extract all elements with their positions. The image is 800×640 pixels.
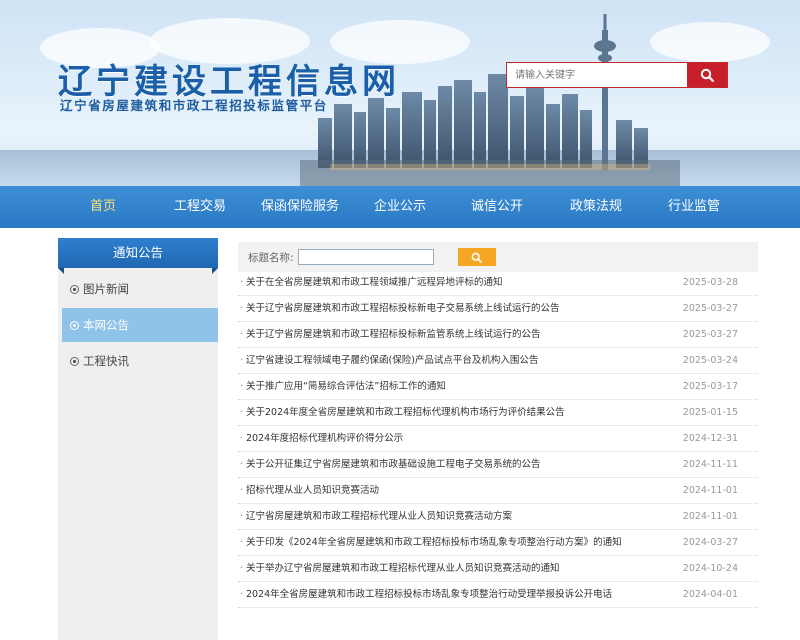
- list-item[interactable]: · 关于辽宁省房屋建筑和市政工程招标投标新监管系统上线试运行的公告 2025-03-…: [238, 322, 758, 348]
- list-item-date: 2025-03-17: [682, 381, 738, 392]
- list-item[interactable]: · 关于公开征集辽宁省房屋建筑和市政基础设施工程电子交易系统的公告 2024-11-…: [238, 452, 758, 478]
- bullet-icon: ·: [240, 589, 244, 600]
- filter-label: 标题名称:: [248, 251, 294, 264]
- list-item-date: 2024-11-01: [682, 485, 738, 496]
- search-icon: [471, 252, 482, 263]
- sidebar-item-picture-news[interactable]: 图片新闻: [62, 272, 218, 306]
- bullet-icon: ·: [240, 277, 244, 288]
- bullet-icon: ·: [240, 329, 244, 340]
- list-item-title[interactable]: 辽宁省建设工程领域电子履约保函(保险)产品试点平台及机构入围公告: [246, 348, 666, 374]
- list-item-title[interactable]: 关于辽宁省房屋建筑和市政工程招标投标新电子交易系统上线试运行的公告: [246, 296, 666, 322]
- header-banner: 辽宁建设工程信息网 辽宁省房屋建筑和市政工程招投标监管平台: [0, 0, 800, 186]
- list-item[interactable]: · 辽宁省建设工程领域电子履约保函(保险)产品试点平台及机构入围公告 2025-03…: [238, 348, 758, 374]
- bullet-icon: ·: [240, 433, 244, 444]
- list-item[interactable]: · 关于2024年度全省房屋建筑和市政工程招标代理机构市场行为评价结果公告 2025…: [238, 400, 758, 426]
- list-item-date: 2024-04-01: [682, 589, 738, 600]
- bullet-icon: ·: [240, 537, 244, 548]
- list-item-title[interactable]: 2024年度招标代理机构评价得分公示: [246, 426, 666, 452]
- circle-bullet-icon: [70, 285, 79, 294]
- list-item-date: 2025-03-24: [682, 355, 738, 366]
- bullet-icon: ·: [240, 355, 244, 366]
- list-item-title[interactable]: 关于举办辽宁省房屋建筑和市政工程招标代理从业人员知识竞赛活动的通知: [246, 556, 666, 582]
- list-item[interactable]: · 辽宁省房屋建筑和市政工程招标代理从业人员知识竞赛活动方案 2024-11-01: [238, 504, 758, 530]
- nav-item-home[interactable]: 首页: [90, 186, 116, 228]
- list-item-date: 2025-03-27: [682, 329, 738, 340]
- sidebar-item-label: 图片新闻: [83, 282, 129, 296]
- bullet-icon: ·: [240, 303, 244, 314]
- list-item[interactable]: · 招标代理从业人员知识竞赛活动 2024-11-01: [238, 478, 758, 504]
- sidebar-header: 通知公告: [58, 238, 218, 274]
- nav-item-enterprise-disclosure[interactable]: 企业公示: [374, 186, 426, 228]
- site-subtitle: 辽宁省房屋建筑和市政工程招投标监管平台: [60, 98, 328, 113]
- list-item-date: 2025-03-27: [682, 303, 738, 314]
- bullet-icon: ·: [240, 407, 244, 418]
- filter-search-button[interactable]: [457, 248, 496, 266]
- search-input[interactable]: [507, 63, 687, 87]
- list-item-title[interactable]: 2024年全省房屋建筑和市政工程招标投标市场乱象专项整治行动受理举报投诉公开电话: [246, 582, 666, 608]
- bullet-icon: ·: [240, 563, 244, 574]
- list-item-title[interactable]: 招标代理从业人员知识竞赛活动: [246, 478, 666, 504]
- list-item-date: 2024-12-31: [682, 433, 738, 444]
- list-item-title[interactable]: 关于推广应用“简易综合评估法”招标工作的通知: [246, 374, 666, 400]
- sidebar-item-project-news[interactable]: 工程快讯: [62, 344, 218, 378]
- search-icon: [700, 68, 714, 82]
- list-item-title[interactable]: 辽宁省房屋建筑和市政工程招标代理从业人员知识竞赛活动方案: [246, 504, 666, 530]
- bullet-icon: ·: [240, 511, 244, 522]
- nav-item-guarantee-insurance[interactable]: 保函保险服务: [261, 186, 339, 228]
- search-button[interactable]: [687, 63, 727, 87]
- nav-item-credit-disclosure[interactable]: 诚信公开: [471, 186, 523, 228]
- list-item-title[interactable]: 关于印发《2024年全省房屋建筑和市政工程招标投标市场乱象专项整治行动方案》的通…: [246, 530, 666, 556]
- list-item-date: 2024-11-01: [682, 511, 738, 522]
- sidebar-item-label: 工程快讯: [83, 354, 129, 368]
- list-item[interactable]: · 2024年全省房屋建筑和市政工程招标投标市场乱象专项整治行动受理举报投诉公开电…: [238, 582, 758, 608]
- list-item[interactable]: · 关于举办辽宁省房屋建筑和市政工程招标代理从业人员知识竞赛活动的通知 2024-1…: [238, 556, 758, 582]
- list-item[interactable]: · 关于辽宁省房屋建筑和市政工程招标投标新电子交易系统上线试运行的公告 2025-0…: [238, 296, 758, 322]
- list-item-title[interactable]: 关于在全省房屋建筑和市政工程领域推广远程异地评标的通知: [246, 270, 666, 296]
- header-search: [506, 62, 728, 88]
- sidebar-item-site-announcements[interactable]: 本网公告: [62, 308, 218, 342]
- bullet-icon: ·: [240, 485, 244, 496]
- list-item-date: 2025-03-28: [682, 277, 738, 288]
- list-item[interactable]: · 关于推广应用“简易综合评估法”招标工作的通知 2025-03-17: [238, 374, 758, 400]
- bullet-icon: ·: [240, 459, 244, 470]
- list-item[interactable]: · 关于在全省房屋建筑和市政工程领域推广远程异地评标的通知 2025-03-28: [238, 270, 758, 296]
- sidebar-item-label: 本网公告: [83, 318, 129, 332]
- list-item-date: 2024-11-11: [682, 459, 738, 470]
- announcement-list: · 关于在全省房屋建筑和市政工程领域推广远程异地评标的通知 2025-03-28 · 关…: [238, 270, 758, 608]
- list-item[interactable]: · 2024年度招标代理机构评价得分公示 2024-12-31: [238, 426, 758, 452]
- circle-bullet-icon: [70, 321, 79, 330]
- sidebar: 通知公告 图片新闻 本网公告 工程快讯: [58, 238, 218, 640]
- list-item-title[interactable]: 关于公开征集辽宁省房屋建筑和市政基础设施工程电子交易系统的公告: [246, 452, 666, 478]
- nav-item-engineering-trade[interactable]: 工程交易: [174, 186, 226, 228]
- title-filter-bar: 标题名称:: [238, 242, 758, 272]
- list-item-date: 2024-10-24: [682, 563, 738, 574]
- title-filter-input[interactable]: [297, 249, 434, 265]
- list-item[interactable]: · 关于印发《2024年全省房屋建筑和市政工程招标投标市场乱象专项整治行动方案》的…: [238, 530, 758, 556]
- list-item-title[interactable]: 关于辽宁省房屋建筑和市政工程招标投标新监管系统上线试运行的公告: [246, 322, 666, 348]
- nav-item-industry-supervision[interactable]: 行业监管: [668, 186, 720, 228]
- bullet-icon: ·: [240, 381, 244, 392]
- main-nav: 首页 工程交易 保函保险服务 企业公示 诚信公开 政策法规 行业监管: [0, 186, 800, 228]
- list-item-title[interactable]: 关于2024年度全省房屋建筑和市政工程招标代理机构市场行为评价结果公告: [246, 400, 666, 426]
- list-item-date: 2024-03-27: [682, 537, 738, 548]
- circle-bullet-icon: [70, 357, 79, 366]
- nav-item-policy-regulations[interactable]: 政策法规: [570, 186, 622, 228]
- list-item-date: 2025-01-15: [682, 407, 738, 418]
